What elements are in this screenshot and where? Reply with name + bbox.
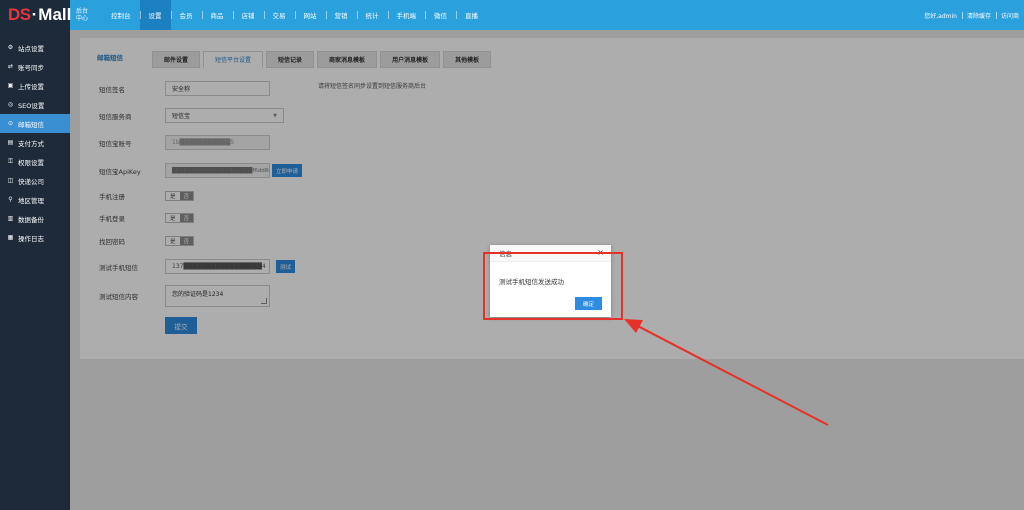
sidebar-item[interactable]: ▥ 数据备份 — [0, 209, 70, 228]
log-icon: ▦ — [7, 234, 14, 241]
nav-item[interactable]: 直播 — [456, 0, 487, 30]
sidebar-item[interactable]: ◎ SEO设置 — [0, 95, 70, 114]
nav-item[interactable]: 店铺 — [232, 0, 264, 30]
payment-icon: ▤ — [7, 139, 14, 146]
sidebar-item-label: SEO设置 — [18, 101, 45, 110]
truck-icon: ◫ — [7, 177, 14, 184]
sidebar-item-label: 邮箱短信 — [18, 120, 44, 129]
sidebar-item[interactable]: ▦ 操作日志 — [0, 228, 70, 247]
sidebar-item[interactable]: ⚲ 地区管理 — [0, 190, 70, 209]
nav-item[interactable]: 网站 — [294, 0, 326, 30]
sidebar-item[interactable]: ⚿ 权限设置 — [0, 152, 70, 171]
nav-item[interactable]: 会员 — [170, 0, 202, 30]
sidebar-item-label: 操作日志 — [18, 234, 44, 243]
logo-dot: · — [31, 5, 38, 24]
sidebar-item[interactable]: ⚙ 站点设置 — [0, 38, 70, 57]
sidebar-item-label: 数据备份 — [18, 215, 44, 224]
visit-store-link[interactable]: 访问商 — [995, 11, 1024, 20]
logo-ds: DS — [8, 5, 31, 24]
logo[interactable]: DS · Mall — [0, 0, 72, 30]
sidebar-item[interactable]: ◫ 快递公司 — [0, 171, 70, 190]
sidebar-item[interactable]: ⊙ 邮箱短信 — [0, 114, 70, 133]
top-navbar: DS · Mall 后台中心 控制台 设置 会员 商品 店铺 交易 网站 营销 统计 手机端 微信直… — [0, 0, 1024, 30]
logo-mall: Mall — [38, 5, 72, 24]
sidebar-item[interactable]: ⇄ 账号同步 — [0, 57, 70, 76]
database-icon: ▥ — [7, 215, 14, 222]
sidebar-item[interactable]: ▣ 上传设置 — [0, 76, 70, 95]
seo-icon: ◎ — [7, 101, 14, 108]
mail-icon: ⊙ — [7, 120, 14, 127]
nav-item[interactable]: 交易 — [263, 0, 295, 30]
gear-icon: ⚙ — [7, 44, 14, 51]
annotation-box — [483, 252, 623, 320]
sidebar-item-label: 账号同步 — [18, 63, 44, 72]
nav-item[interactable]: 营销 — [325, 0, 357, 30]
sidebar-item-label: 权限设置 — [18, 158, 44, 167]
clear-cache-link[interactable]: 清除缓存 — [961, 11, 996, 20]
lock-icon: ⚿ — [8, 158, 13, 165]
nav-item[interactable]: 商品 — [201, 0, 233, 30]
nav-item[interactable]: 手机端 — [387, 0, 426, 30]
nav-item[interactable]: 控制台 — [102, 0, 140, 30]
sync-icon: ⇄ — [7, 63, 14, 70]
nav-item[interactable]: 微信 — [425, 0, 456, 30]
logo-subtitle: 后台中心 — [76, 8, 89, 22]
sidebar-item[interactable]: ▤ 支付方式 — [0, 133, 70, 152]
sidebar-item-label: 支付方式 — [18, 139, 44, 148]
image-icon: ▣ — [7, 82, 14, 89]
sidebar-item-label: 上传设置 — [18, 82, 44, 91]
sidebar: ⚙ 站点设置 ⇄ 账号同步 ▣ 上传设置 ◎ SEO设置 ⊙ 邮箱短信 ▤ 支付方式 ⚿ 权限设置 ◫ 快递公… — [0, 30, 70, 510]
sidebar-item-label: 站点设置 — [18, 44, 44, 53]
nav-item[interactable]: 统计 — [356, 0, 388, 30]
sidebar-item-label: 地区管理 — [18, 196, 44, 205]
location-icon: ⚲ — [8, 196, 13, 203]
main-nav: 控制台 设置 会员 商品 店铺 交易 网站 营销 统计 手机端 微信 直播 — [102, 0, 487, 30]
nav-item[interactable]: 设置 — [139, 0, 171, 30]
sidebar-item-label: 快递公司 — [18, 177, 44, 186]
top-right-links: 您好,admin 清除缓存 访问商 — [919, 0, 1024, 30]
greeting-link[interactable]: 您好,admin — [919, 11, 962, 20]
